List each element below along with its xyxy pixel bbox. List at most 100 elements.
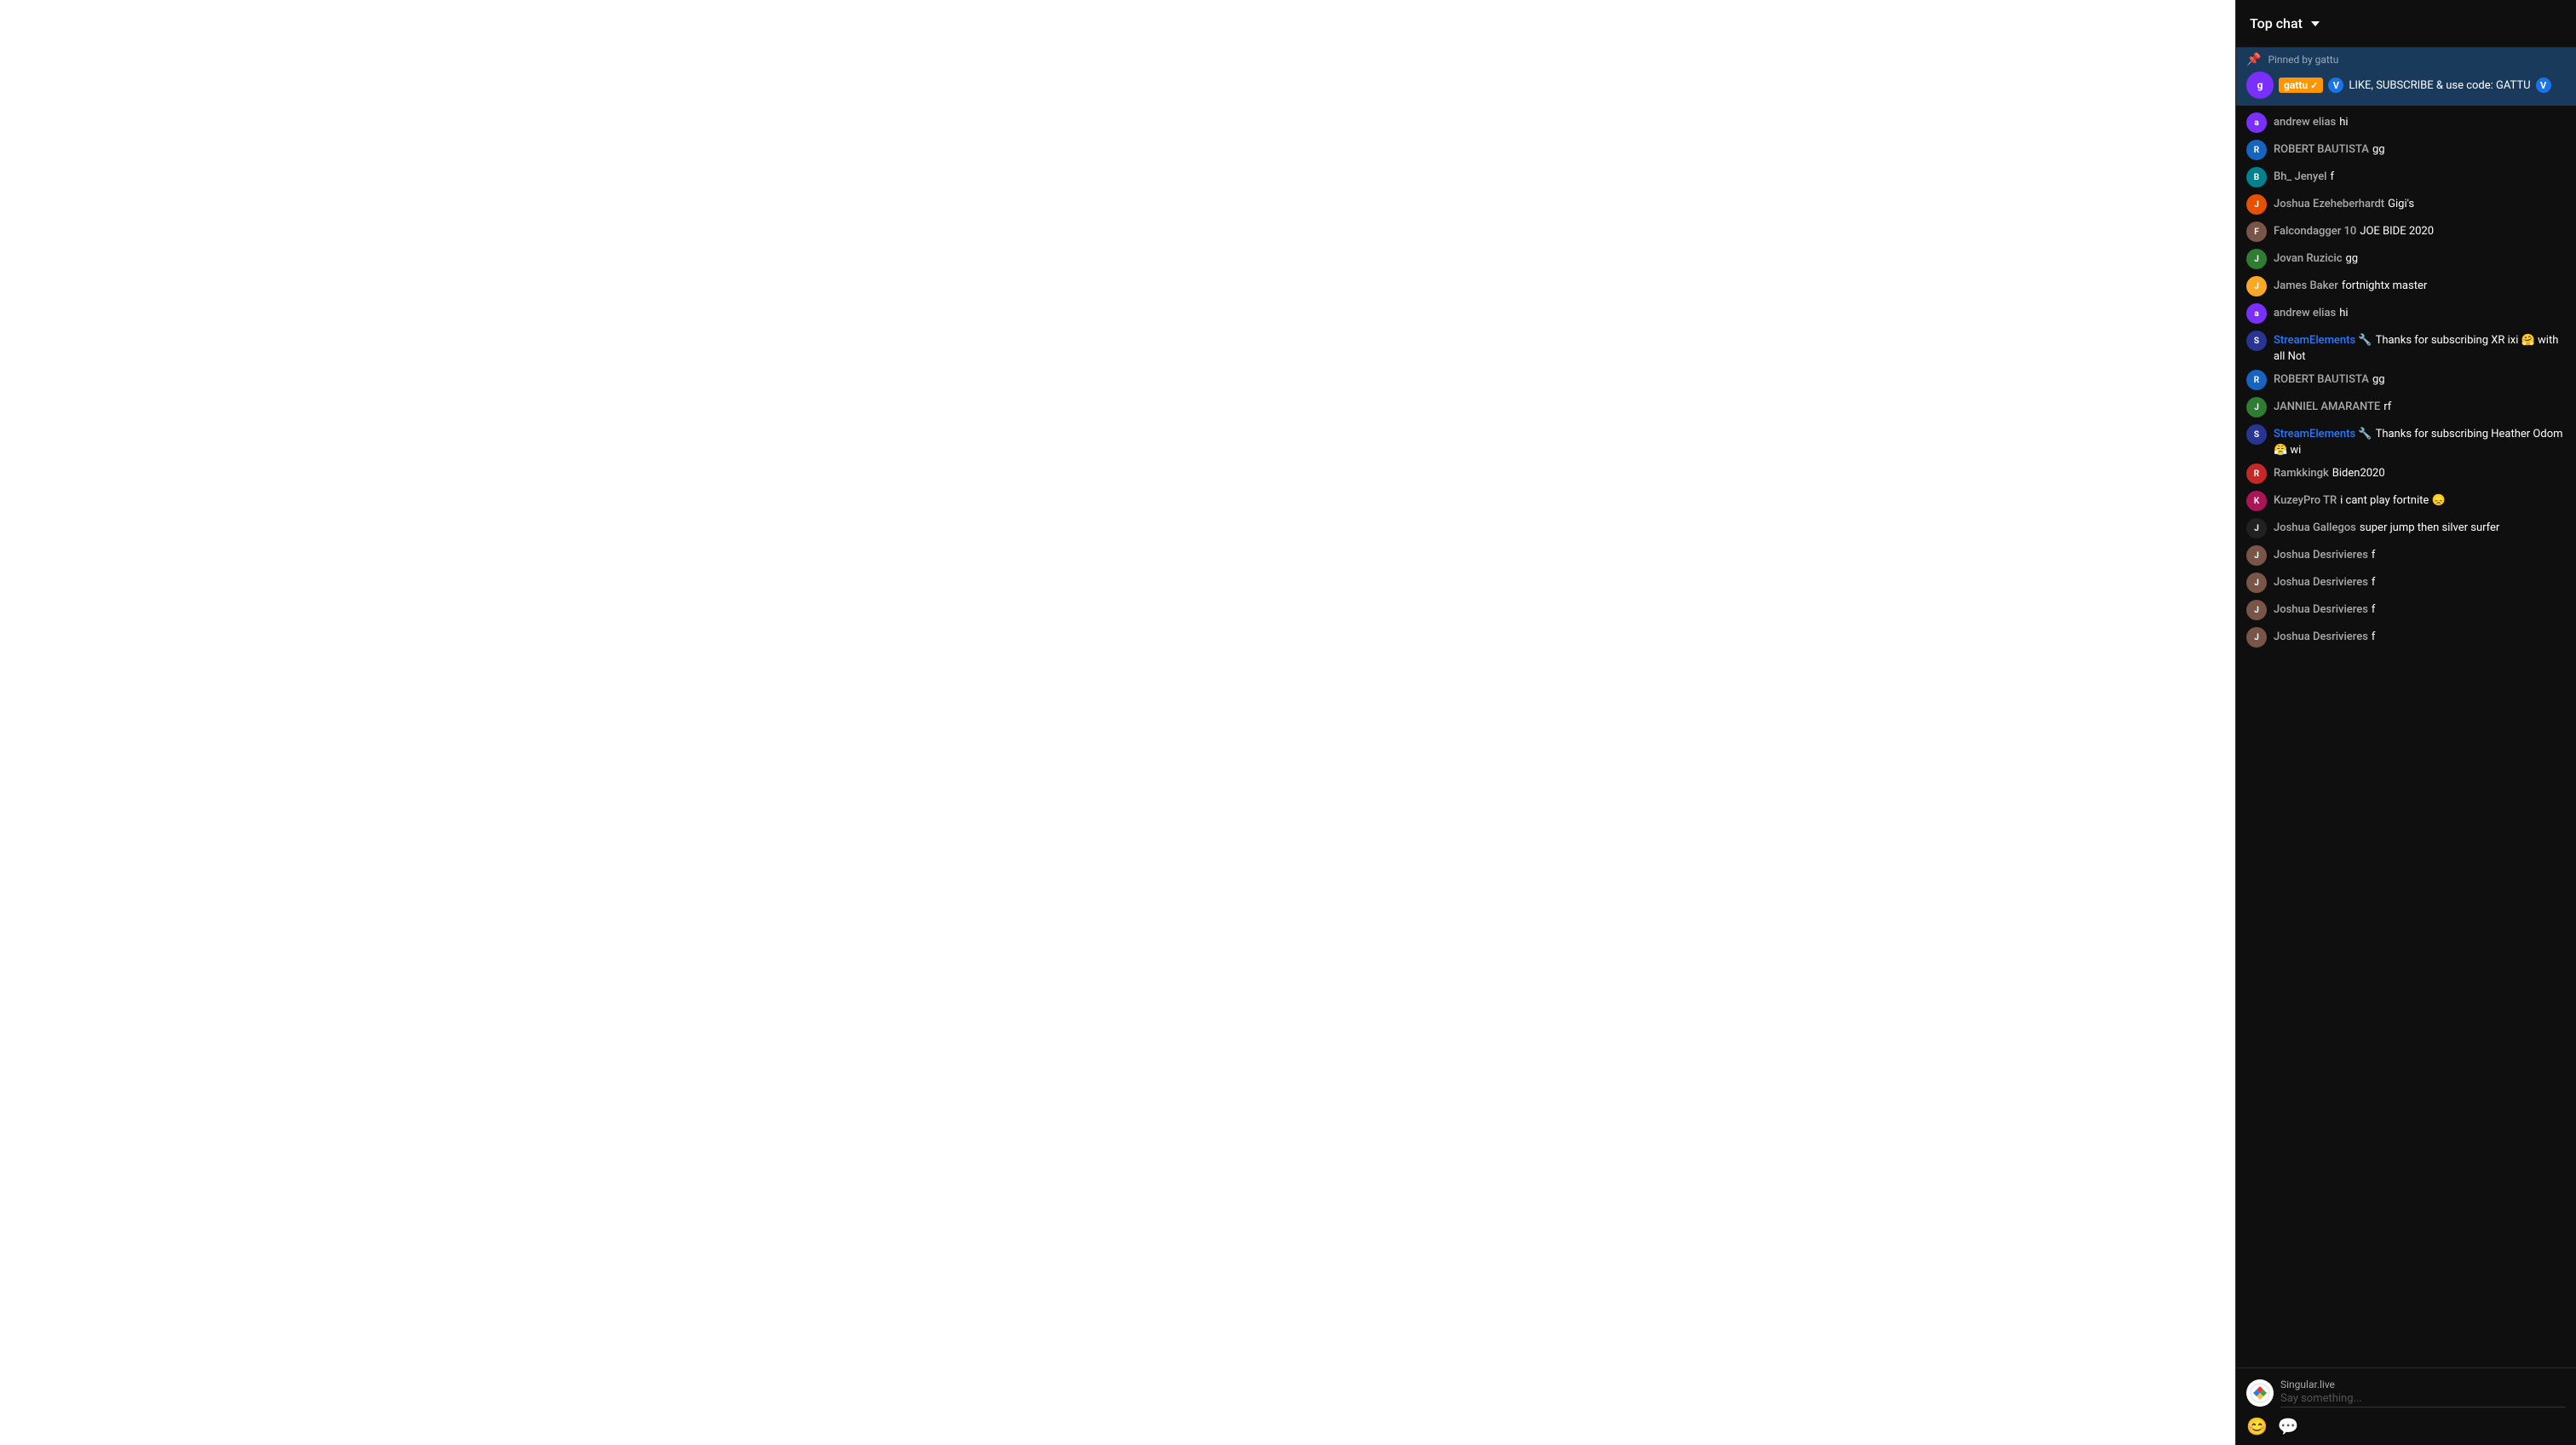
message-content: andrew eliashi [2274, 303, 2566, 320]
chat-input-placeholder[interactable]: Say something... [2280, 1392, 2566, 1408]
singular-avatar [2246, 1379, 2274, 1407]
message-avatar: J [2246, 573, 2267, 593]
gattu-name: gattu [2284, 79, 2308, 91]
message-text: rf [2383, 400, 2391, 413]
message-avatar: F [2246, 222, 2267, 242]
message-author: ROBERT BAUTISTA [2274, 373, 2369, 386]
message-text: gg [2372, 143, 2385, 156]
chat-message-row[interactable]: KKuzeyPro TRi cant play fortnite 😞 [2236, 487, 2576, 515]
message-content: ROBERT BAUTISTAgg [2274, 140, 2566, 156]
chat-message-row[interactable]: S StreamElements 🔧Thanks for subscribing … [2236, 327, 2576, 366]
pinned-header-row: 📌 Pinned by gattu [2246, 53, 2566, 66]
message-avatar: J [2246, 276, 2267, 296]
message-avatar: J [2246, 600, 2267, 620]
chat-panel: Top chat 📌 Pinned by gattu g gattu ✓ V L… [2235, 0, 2576, 1445]
chat-message-row[interactable]: J Joshua Desrivieresf [2236, 542, 2576, 569]
gattu-badge: gattu ✓ [2279, 78, 2323, 93]
chat-icon-button[interactable]: 💬 [2278, 1416, 2299, 1436]
chat-messages-list[interactable]: aandrew eliashiRROBERT BAUTISTAggBBh_ Je… [2236, 106, 2576, 1367]
message-author: Joshua Desrivieres [2274, 549, 2368, 561]
chat-message-row[interactable]: JJoshua Desrivieresf [2236, 624, 2576, 651]
message-content: Bh_ Jenyelf [2274, 167, 2566, 183]
chat-message-row[interactable]: F Falcondagger 10JOE BIDE 2020 [2236, 218, 2576, 245]
message-avatar: S [2246, 331, 2267, 351]
verified-badge: V [2328, 78, 2343, 93]
chat-message-row[interactable]: B Bh_ Jenyelf [2236, 164, 2576, 191]
message-author: StreamElements 🔧 [2274, 428, 2372, 440]
chat-message-row[interactable]: JJoshua Desrivieresf [2236, 596, 2576, 624]
chat-message-row[interactable]: a andrew eliashi [2236, 300, 2576, 327]
message-text: i cant play fortnite 😞 [2340, 494, 2446, 507]
message-text: f [2372, 576, 2376, 589]
message-text: JOE BIDE 2020 [2360, 225, 2434, 238]
main-content [0, 0, 2235, 1445]
message-text: f [2372, 603, 2376, 616]
verified-badge-2: V [2536, 78, 2551, 93]
chat-message-row[interactable]: RROBERT BAUTISTAgg [2236, 366, 2576, 394]
chat-input-area[interactable]: Singular.live Say something... [2280, 1379, 2566, 1408]
chat-message-row[interactable]: J JANNIEL AMARANTErf [2236, 394, 2576, 421]
message-content: Joshua Desrivieres f [2274, 573, 2566, 589]
chat-message-row[interactable]: J Jovan Ruzicicgg [2236, 245, 2576, 273]
message-author: KuzeyPro TR [2274, 494, 2337, 507]
chat-message-row[interactable]: R ROBERT BAUTISTAgg [2236, 136, 2576, 164]
chat-message-row[interactable]: RRamkkingkBiden2020 [2236, 460, 2576, 487]
message-author: ROBERT BAUTISTA [2274, 143, 2369, 156]
message-content: ROBERT BAUTISTAgg [2274, 370, 2566, 386]
message-content: StreamElements 🔧Thanks for subscribing X… [2274, 331, 2566, 363]
message-content: Falcondagger 10JOE BIDE 2020 [2274, 222, 2566, 238]
message-author: Ramkkingk [2274, 467, 2329, 480]
message-text: f [2372, 630, 2376, 643]
message-content: Joshua Ezeheberhardt Gigi's [2274, 194, 2566, 210]
pinned-message-row: g gattu ✓ V LIKE, SUBSCRIBE & use code: … [2246, 72, 2566, 99]
message-avatar: J [2246, 194, 2267, 215]
message-author: Joshua Desrivieres [2274, 576, 2368, 589]
pin-icon: 📌 [2246, 53, 2261, 66]
message-text: Biden2020 [2332, 467, 2385, 480]
message-author: James Baker [2274, 279, 2338, 292]
chat-message-row[interactable]: SStreamElements 🔧Thanks for subscribing … [2236, 421, 2576, 460]
verified-icon-2: V [2540, 80, 2546, 91]
chat-message-row[interactable]: J James Baker fortnightx master [2236, 273, 2576, 300]
chat-header: Top chat [2236, 0, 2576, 48]
message-author: Jovan Ruzicic [2274, 252, 2342, 265]
chat-actions-row: 😊 💬 [2246, 1411, 2566, 1438]
message-content: Joshua Desrivieresf [2274, 545, 2566, 561]
message-text: super jump then silver surfer [2360, 521, 2499, 534]
message-avatar: B [2246, 167, 2267, 187]
chevron-down-icon[interactable] [2311, 21, 2320, 26]
chat-message-row[interactable]: aandrew eliashi [2236, 109, 2576, 136]
message-text: Gigi's [2388, 198, 2414, 210]
message-text: fortnightx master [2342, 279, 2427, 292]
pinned-by-label: Pinned by gattu [2268, 54, 2338, 66]
message-author: Joshua Gallegos [2274, 521, 2356, 534]
chat-message-row[interactable]: JJoshua Gallegossuper jump then silver s… [2236, 515, 2576, 542]
message-content: James Baker fortnightx master [2274, 276, 2566, 292]
message-author: andrew elias [2274, 307, 2336, 320]
chat-message-row[interactable]: J Joshua Desrivieres f [2236, 569, 2576, 596]
emoji-button[interactable]: 😊 [2246, 1416, 2268, 1436]
message-avatar: R [2246, 140, 2267, 160]
message-content: RamkkingkBiden2020 [2274, 463, 2566, 480]
message-author: andrew elias [2274, 116, 2336, 129]
pinned-author-avatar: g [2246, 72, 2274, 99]
message-avatar: J [2246, 249, 2267, 269]
message-text: gg [2372, 373, 2385, 386]
chat-footer: Singular.live Say something... 😊 💬 [2236, 1367, 2576, 1445]
message-avatar: a [2246, 303, 2267, 324]
message-content: Joshua Gallegos super jump then silver su… [2274, 518, 2566, 534]
chat-input-row: Singular.live Say something... [2246, 1375, 2566, 1411]
chat-header-title[interactable]: Top chat [2250, 15, 2320, 32]
message-author: StreamElements 🔧 [2274, 334, 2372, 347]
message-avatar: J [2246, 397, 2267, 417]
pinned-message-text: LIKE, SUBSCRIBE & use code: GATTU [2349, 79, 2530, 92]
message-content: JANNIEL AMARANTErf [2274, 397, 2566, 413]
chat-message-row[interactable]: J Joshua Ezeheberhardt Gigi's [2236, 191, 2576, 218]
message-avatar: J [2246, 545, 2267, 566]
message-content: StreamElements 🔧Thanks for subscribing H… [2274, 424, 2566, 457]
message-author: Joshua Ezeheberhardt [2274, 198, 2384, 210]
check-icon: ✓ [2310, 80, 2318, 91]
message-text: f [2330, 170, 2334, 183]
message-content: KuzeyPro TRi cant play fortnite 😞 [2274, 491, 2566, 507]
message-text: gg [2345, 252, 2358, 265]
